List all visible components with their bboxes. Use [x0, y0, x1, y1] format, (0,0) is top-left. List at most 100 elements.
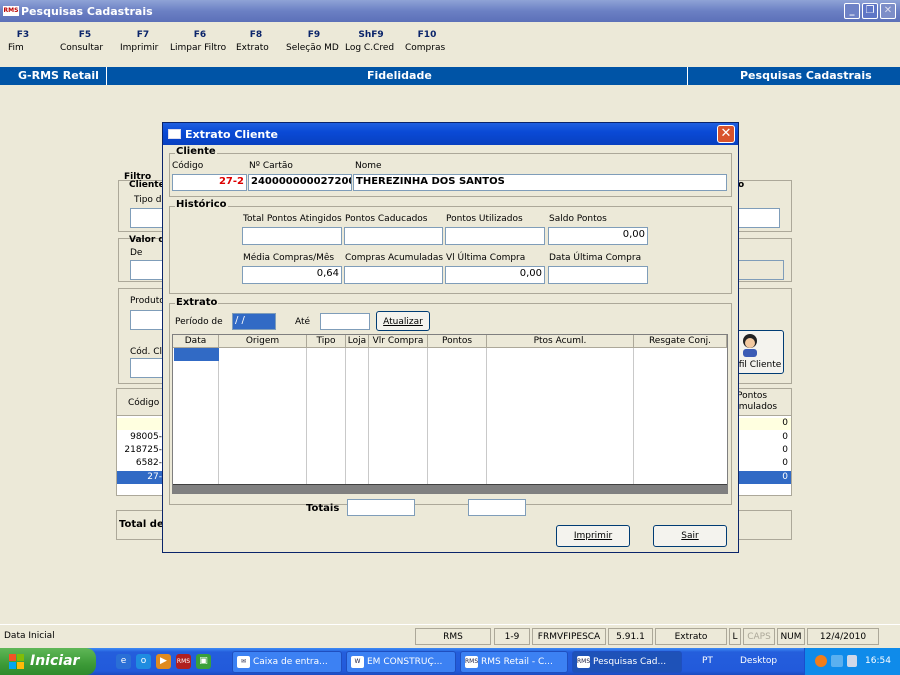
status-function: Extrato	[655, 628, 727, 645]
status-date: 12/4/2010	[807, 628, 879, 645]
sair-button[interactable]: Sair	[653, 525, 727, 547]
tray-network-icon[interactable]	[831, 655, 843, 667]
toolbar-limpar-filtro[interactable]: F6 Limpar Filtro	[170, 30, 230, 53]
function-toolbar: F3 Fim F5 Consultar F7 Imprimir F6 Limpar Fi…	[0, 22, 900, 66]
grid-first-value: 0	[782, 418, 788, 428]
cliente-group-title: Cliente	[175, 146, 217, 157]
status-system: RMS	[415, 628, 491, 645]
totais-vlr-compra-input[interactable]	[347, 499, 415, 516]
toolbar-log-ccred[interactable]: ShF9 Log C.Cred	[345, 30, 397, 53]
ate-label: Até	[295, 317, 311, 327]
periodo-de-label: Período de	[175, 317, 223, 327]
compras-acumuladas-input[interactable]	[344, 266, 443, 284]
desktop-toolbar[interactable]: Desktop	[740, 648, 777, 675]
codigo-input[interactable]: 27-2	[172, 174, 247, 191]
right-input[interactable]	[736, 208, 780, 228]
valor-label: Valor d	[129, 235, 165, 245]
cartao-label: Nº Cartão	[249, 161, 293, 171]
col-tipo[interactable]: Tipo	[307, 335, 346, 348]
cartao-input[interactable]: 2400000000272007	[248, 174, 352, 191]
toolbar-imprimir[interactable]: F7 Imprimir	[120, 30, 166, 53]
pontos-caducados-label: Pontos Caducados	[345, 214, 428, 224]
media-icon[interactable]: ▶	[156, 654, 171, 669]
toolbar-extrato[interactable]: F8 Extrato	[236, 30, 276, 53]
toolbar-selecao-md[interactable]: F9 Seleção MD	[286, 30, 342, 53]
col-resgate-conj[interactable]: Resgate Conj.	[634, 335, 727, 348]
col-origem[interactable]: Origem	[219, 335, 307, 348]
language-indicator[interactable]: PT	[702, 648, 713, 675]
media-compras-input[interactable]: 0,64	[242, 266, 342, 284]
grid-row-code[interactable]: 218725-	[118, 445, 162, 455]
ie-icon[interactable]: e	[116, 654, 131, 669]
status-caps: CAPS	[743, 628, 775, 645]
periodo-ate-input[interactable]	[320, 313, 370, 330]
header-right: Pesquisas Cadastrais	[740, 69, 872, 82]
total-label: Total de	[119, 519, 164, 530]
start-button[interactable]: Iniciar	[0, 648, 96, 675]
toolbar-compras[interactable]: F10 Compras	[405, 30, 449, 53]
dialog-title-bar: Extrato Cliente ✕	[163, 123, 738, 145]
grid-selected-cell[interactable]	[174, 348, 219, 361]
grid-row-code[interactable]: 98005-	[118, 432, 162, 442]
main-title-bar: RMS Pesquisas Cadastrais _ ❐ ✕	[0, 0, 900, 22]
task-pesquisas-cadastrais[interactable]: RMS Pesquisas Cad...	[572, 651, 682, 673]
grid-pontos-header: Pontos	[737, 391, 768, 401]
rms-quicklaunch-icon[interactable]: RMS	[176, 654, 191, 669]
totais-pontos-input[interactable]	[468, 499, 526, 516]
task-em-construcao[interactable]: W EM CONSTRUÇ...	[346, 651, 456, 673]
clock[interactable]: 16:54	[865, 648, 891, 675]
historico-group-title: Histórico	[175, 199, 228, 210]
tray-security-icon[interactable]	[815, 655, 827, 667]
pontos-caducados-input[interactable]	[344, 227, 443, 245]
pontos-utilizados-input[interactable]	[445, 227, 545, 245]
module-header-bar: G-RMS Retail Fidelidade Pesquisas Cadast…	[0, 67, 900, 85]
valor-right-input	[736, 260, 784, 280]
total-pontos-input[interactable]	[242, 227, 342, 245]
col-ptos-acuml[interactable]: Ptos Acuml.	[487, 335, 634, 348]
periodo-de-input[interactable]: / /	[232, 313, 276, 330]
extrato-grid-header: Data Origem Tipo Loja Vlr Compra Pontos …	[173, 335, 727, 348]
col-pontos[interactable]: Pontos	[428, 335, 487, 348]
status-range: 1-9	[494, 628, 530, 645]
status-left: Data Inicial	[4, 631, 55, 641]
extrato-cliente-dialog: Extrato Cliente ✕ Cliente Código Nº Cart…	[162, 122, 739, 553]
nome-label: Nome	[355, 161, 382, 171]
col-vlr-compra[interactable]: Vlr Compra	[369, 335, 428, 348]
col-loja[interactable]: Loja	[346, 335, 369, 348]
grid-row-code-selected[interactable]: 27-	[118, 472, 162, 482]
tray-volume-icon[interactable]	[847, 655, 857, 667]
pontos-utilizados-label: Pontos Utilizados	[446, 214, 523, 224]
close-button[interactable]: ✕	[880, 3, 896, 19]
desktop-quick-icon[interactable]: ▣	[196, 654, 211, 669]
saldo-pontos-input[interactable]: 0,00	[548, 227, 648, 245]
dialog-close-button[interactable]: ✕	[717, 125, 735, 143]
vl-ultima-compra-input[interactable]: 0,00	[445, 266, 545, 284]
grid-row-code[interactable]: 6582-	[118, 458, 162, 468]
outlook-icon[interactable]: o	[136, 654, 151, 669]
grid-row-value: 0	[782, 445, 788, 455]
minimize-button[interactable]: _	[844, 3, 860, 19]
data-ultima-compra-label: Data Última Compra	[549, 253, 642, 263]
task-rms-retail[interactable]: RMS RMS Retail - C...	[460, 651, 568, 673]
col-data[interactable]: Data	[173, 335, 219, 348]
toolbar-fim[interactable]: F3 Fim	[8, 30, 38, 53]
dialog-title: Extrato Cliente	[185, 127, 278, 141]
atualizar-button[interactable]: Atualizar	[376, 311, 430, 331]
grid-pontos-header-2: umulados	[733, 402, 778, 412]
toolbar-consultar[interactable]: F5 Consultar	[60, 30, 110, 53]
status-form: FRMVFIPESCA	[532, 628, 606, 645]
media-compras-label: Média Compras/Mês	[243, 253, 335, 263]
extrato-grid: Data Origem Tipo Loja Vlr Compra Pontos …	[172, 334, 728, 494]
grid-codigo-header: Código	[128, 398, 160, 408]
nome-input[interactable]: THEREZINHA DOS SANTOS	[353, 174, 727, 191]
total-pontos-label: Total Pontos Atingidos	[243, 214, 342, 224]
data-ultima-compra-input[interactable]	[548, 266, 648, 284]
window-title: Pesquisas Cadastrais	[21, 4, 153, 18]
grid-row-value-selected: 0	[782, 472, 788, 482]
imprimir-button[interactable]: Imprimir	[556, 525, 630, 547]
grid-row-value: 0	[782, 458, 788, 468]
task-caixa-entrada[interactable]: ✉ Caixa de entra...	[232, 651, 342, 673]
restore-button[interactable]: ❐	[862, 3, 878, 19]
status-num: NUM	[777, 628, 805, 645]
system-tray: 16:54	[804, 648, 900, 675]
